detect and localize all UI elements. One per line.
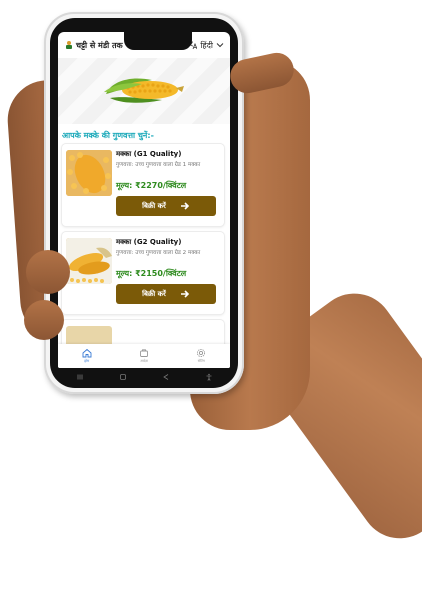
hero-banner	[58, 58, 230, 124]
system-nav-bar	[58, 370, 230, 384]
phone-device: चट्टी से मंडी तक हिंदी आपके मक्के की गुण…	[44, 12, 244, 394]
home-button-icon[interactable]	[119, 373, 127, 381]
nav-home[interactable]: होम	[82, 348, 92, 364]
sell-button-g1[interactable]: बिक्री करें	[116, 196, 216, 216]
accessibility-icon[interactable]	[205, 373, 213, 381]
farmer-logo-icon	[66, 41, 72, 49]
corn-cobs-image	[66, 238, 112, 284]
product-price: मूल्य: ₹2150/क्विंटल	[116, 269, 187, 278]
app-name: चट्टी से मंडी तक	[76, 40, 123, 50]
camera-notch	[124, 32, 192, 50]
nav-settings-label: सेटिंग	[197, 359, 205, 363]
hand-finger-thumb-tip	[26, 250, 70, 294]
settings-icon	[197, 348, 206, 358]
back-icon[interactable]	[162, 373, 170, 381]
nav-settings[interactable]: सेटिंग	[196, 348, 206, 364]
arrow-right-icon	[180, 290, 189, 298]
product-card-g2[interactable]: मक्का (G2 Quality) गुणवत्ता: उच्च गुणवत्…	[62, 232, 224, 314]
product-price: मूल्य: ₹2270/क्विंटल	[116, 181, 187, 190]
sell-button-g2[interactable]: बिक्री करें	[116, 284, 216, 304]
brand[interactable]: चट्टी से मंडी तक	[64, 40, 123, 51]
language-label: हिंदी	[200, 40, 213, 50]
app-screen: चट्टी से मंडी तक हिंदी आपके मक्के की गुण…	[58, 32, 230, 368]
nav-home-label: होम	[84, 359, 90, 363]
hand-finger-lower	[24, 300, 64, 340]
recent-apps-icon[interactable]	[76, 373, 84, 381]
home-icon	[82, 348, 92, 358]
bottom-nav: होम आदेश सेटिंग	[58, 344, 230, 368]
corn-kernels-image	[66, 150, 112, 196]
product-description: गुणवत्ता: उच्च गुणवत्ता वाला ग्रेड 1 मक्…	[116, 162, 201, 168]
chevron-down-icon	[216, 43, 224, 48]
arrow-right-icon	[180, 202, 189, 210]
product-card-g1[interactable]: मक्का (G1 Quality) गुणवत्ता: उच्च गुणवत्…	[62, 144, 224, 226]
product-title: मक्का (G2 Quality)	[116, 238, 182, 246]
orders-icon	[140, 349, 148, 357]
section-title: आपके मक्के की गुणवत्ता चुनें:-	[62, 131, 154, 140]
nav-orders-label: आदेश	[140, 359, 148, 363]
product-title: मक्का (G1 Quality)	[116, 150, 182, 158]
nav-orders[interactable]: आदेश	[139, 348, 149, 364]
product-image-g1	[66, 150, 112, 196]
corn-image	[104, 78, 184, 103]
sell-button-label: बिक्री करें	[142, 201, 166, 210]
product-image-g2	[66, 238, 112, 284]
language-selector[interactable]: हिंदी	[187, 40, 224, 51]
sell-button-label: बिक्री करें	[142, 289, 166, 298]
product-description: गुणवत्ता: उच्च गुणवत्ता वाला ग्रेड 2 मक्…	[116, 250, 201, 256]
